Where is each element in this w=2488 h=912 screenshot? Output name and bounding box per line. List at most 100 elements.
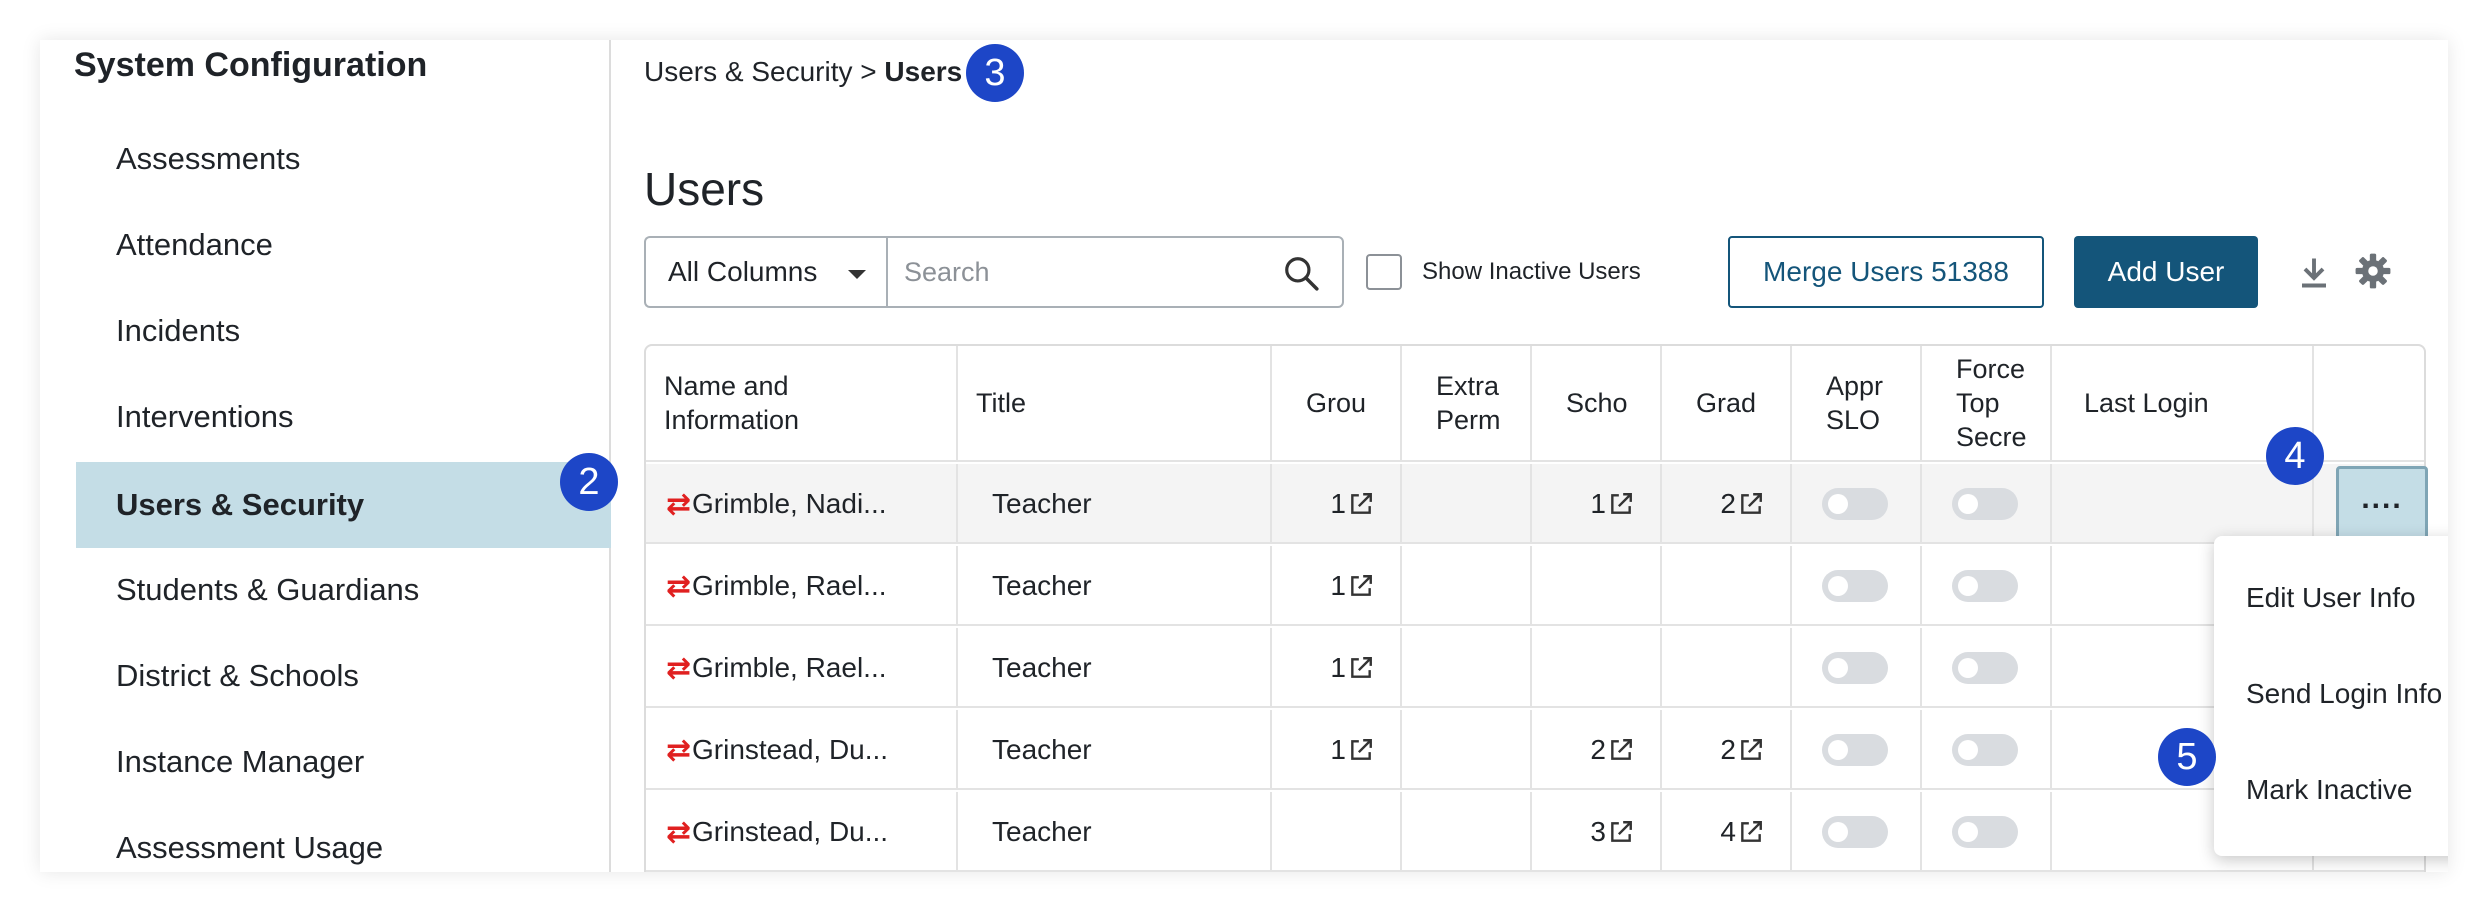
row-actions-button[interactable]: .... [2336,466,2428,546]
sidebar-item-assessments[interactable]: Assessments [76,116,611,202]
menu-item-mark-inactive[interactable]: Mark Inactive [2246,774,2413,806]
external-link-icon [1351,739,1372,760]
groups-cell [1272,792,1402,872]
search-box [886,236,1344,308]
column-header-groups[interactable]: Grou [1272,346,1402,462]
search-icon[interactable] [1282,254,1320,292]
column-header-grades[interactable]: Grad [1662,346,1792,462]
breadcrumb-separator: > [860,56,877,87]
groups-count[interactable]: 1 [1272,628,1402,708]
groups-count[interactable]: 1 [1272,710,1402,790]
external-link-icon [1351,657,1372,678]
table-row[interactable]: ⇄ Grinstead, Du... Teacher 3 4 [646,792,2424,872]
user-title: Teacher [958,710,1272,790]
grades-cell [1662,546,1792,626]
schools-count[interactable]: 1 [1532,464,1662,544]
breadcrumb-current: Users [884,56,963,87]
merge-icon[interactable]: ⇄ [646,487,692,522]
external-link-icon [1741,739,1762,760]
merge-icon[interactable]: ⇄ [646,733,692,768]
user-title: Teacher [958,628,1272,708]
user-title: Teacher [958,546,1272,626]
appr-slo-toggle[interactable] [1822,488,1888,520]
user-title: Teacher [958,464,1272,544]
column-header-actions [2314,346,2424,462]
sidebar-item-incidents[interactable]: Incidents [76,288,611,374]
grades-count[interactable]: 2 [1662,464,1792,544]
sidebar-item-students-guardians[interactable]: Students & Guardians [76,547,611,633]
force-top-secret-toggle[interactable] [1952,816,2018,848]
merge-icon[interactable]: ⇄ [646,569,692,604]
groups-count[interactable]: 1 [1272,464,1402,544]
column-header-extra-perm[interactable]: Extra Perm [1402,346,1532,462]
add-user-button[interactable]: Add User [2074,236,2258,308]
extra-perm-cell [1402,792,1532,872]
show-inactive-label: Show Inactive Users [1422,258,1641,285]
appr-slo-toggle[interactable] [1822,734,1888,766]
sidebar: System Configuration Assessments Attenda… [40,40,611,872]
extra-perm-cell [1402,710,1532,790]
step-badge-2: 2 [560,453,618,511]
app-window: System Configuration Assessments Attenda… [40,40,2448,872]
column-filter-value: All Columns [668,256,818,287]
force-top-secret-toggle[interactable] [1952,652,2018,684]
download-icon[interactable] [2296,254,2332,290]
show-inactive-checkbox[interactable] [1366,254,1402,290]
step-badge-3: 3 [966,44,1024,102]
sidebar-item-district-schools[interactable]: District & Schools [76,633,611,719]
table-row[interactable]: ⇄ Grimble, Rael... Teacher 1 [646,546,2424,626]
step-badge-4: 4 [2266,427,2324,485]
column-header-name[interactable]: Name and Information [646,346,958,462]
table-row[interactable]: ⇄ Grimble, Rael... Teacher 1 [646,628,2424,708]
external-link-icon [1351,493,1372,514]
external-link-icon [1741,821,1762,842]
merge-icon[interactable]: ⇄ [646,815,692,850]
user-name[interactable]: Grinstead, Du... [692,816,888,848]
schools-cell [1532,546,1662,626]
external-link-icon [1741,493,1762,514]
sidebar-item-attendance[interactable]: Attendance [76,202,611,288]
appr-slo-toggle[interactable] [1822,816,1888,848]
column-header-force-top-secret[interactable]: Force Top Secre [1922,346,2052,462]
gear-icon[interactable] [2354,252,2392,290]
column-header-title[interactable]: Title [958,346,1272,462]
force-top-secret-toggle[interactable] [1952,734,2018,766]
schools-cell [1532,628,1662,708]
user-title: Teacher [958,792,1272,872]
row-actions-menu: Edit User Info Send Login Info Mark Inac… [2214,536,2448,856]
force-top-secret-toggle[interactable] [1952,488,2018,520]
merge-icon[interactable]: ⇄ [646,651,692,686]
grades-count[interactable]: 2 [1662,710,1792,790]
table-row[interactable]: ⇄ Grimble, Nadi... Teacher 1 1 2 [646,464,2424,544]
merge-users-button[interactable]: Merge Users 51388 [1728,236,2044,308]
schools-count[interactable]: 2 [1532,710,1662,790]
grades-count[interactable]: 4 [1662,792,1792,872]
column-header-appr-slo[interactable]: Appr SLO [1792,346,1922,462]
sidebar-item-instance-manager[interactable]: Instance Manager [76,719,611,805]
schools-count[interactable]: 3 [1532,792,1662,872]
user-name[interactable]: Grimble, Rael... [692,570,887,602]
groups-count[interactable]: 1 [1272,546,1402,626]
user-name[interactable]: Grimble, Rael... [692,652,887,684]
appr-slo-toggle[interactable] [1822,570,1888,602]
sidebar-item-users-security[interactable]: Users & Security [76,462,611,548]
extra-perm-cell [1402,546,1532,626]
user-name[interactable]: Grimble, Nadi... [692,488,887,520]
appr-slo-toggle[interactable] [1822,652,1888,684]
external-link-icon [1611,493,1632,514]
column-header-schools[interactable]: Scho [1532,346,1662,462]
force-top-secret-toggle[interactable] [1952,570,2018,602]
search-input[interactable] [904,252,1264,292]
menu-item-send-login-info[interactable]: Send Login Info [2246,678,2442,710]
sidebar-item-assessment-usage[interactable]: Assessment Usage [76,805,611,872]
external-link-icon [1351,575,1372,596]
breadcrumb: Users & Security > Users [644,56,962,88]
breadcrumb-parent[interactable]: Users & Security [644,56,853,87]
column-filter-select[interactable]: All Columns [644,236,886,308]
sidebar-item-interventions[interactable]: Interventions [76,374,611,460]
extra-perm-cell [1402,464,1532,544]
external-link-icon [1611,739,1632,760]
menu-item-edit-user-info[interactable]: Edit User Info [2246,582,2416,614]
user-name[interactable]: Grinstead, Du... [692,734,888,766]
grades-cell [1662,628,1792,708]
